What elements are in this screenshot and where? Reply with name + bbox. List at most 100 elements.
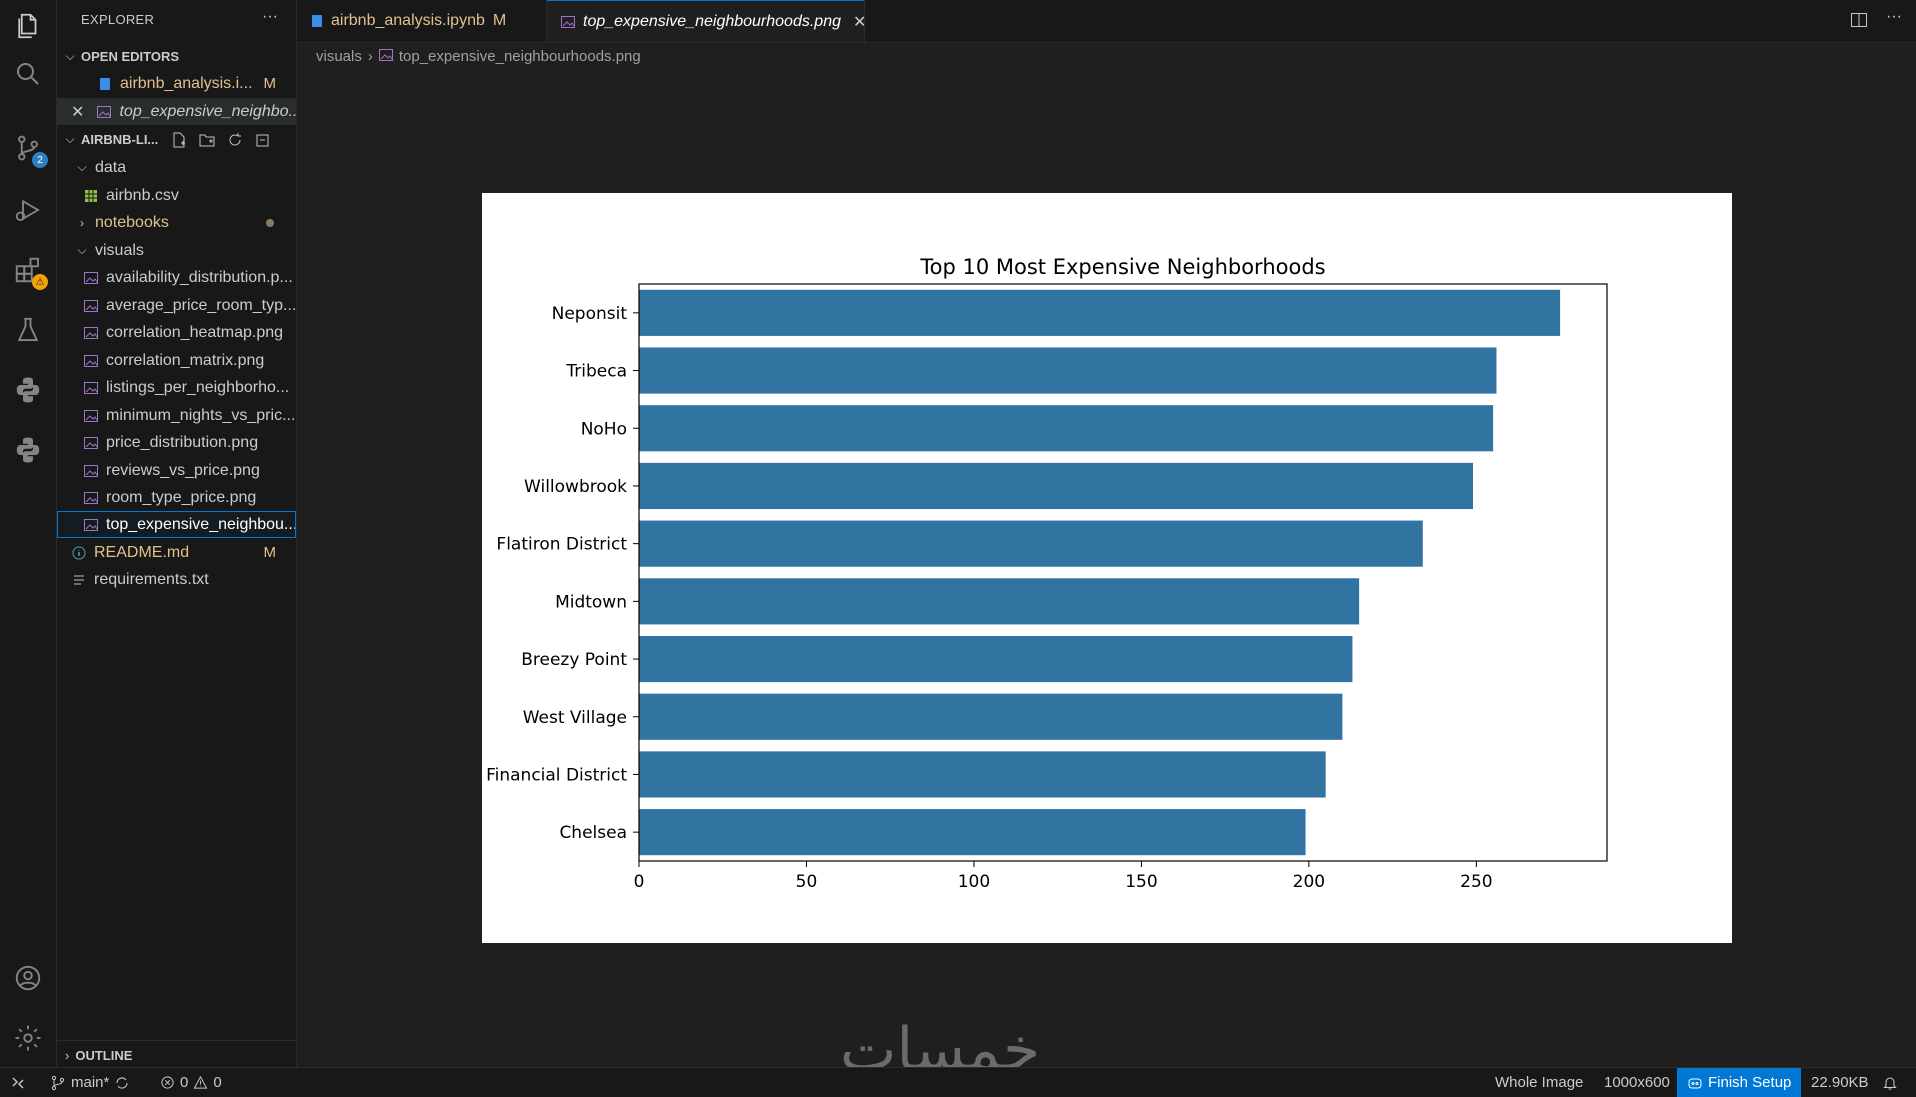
tree-file[interactable]: availability_distribution.p... bbox=[57, 264, 296, 291]
tree-file[interactable]: requirements.txt bbox=[57, 566, 296, 593]
bar bbox=[639, 751, 1326, 798]
chevron-down-icon: ⌵ bbox=[77, 160, 87, 174]
image-preview: Top 10 Most Expensive Neighborhoods Nepon… bbox=[482, 193, 1732, 943]
y-tick-label: Breezy Point bbox=[521, 650, 627, 670]
text-file-icon bbox=[71, 572, 87, 588]
notebook-icon bbox=[311, 14, 323, 28]
python-icon[interactable] bbox=[12, 434, 44, 466]
account-icon[interactable] bbox=[12, 962, 44, 994]
close-icon[interactable]: ✕ bbox=[71, 102, 86, 122]
status-bar: main* 0 0 Whole Image 1000x600 Finish Se… bbox=[0, 1067, 1916, 1097]
tree-file[interactable]: reviews_vs_price.png bbox=[57, 457, 296, 484]
tree-folder-data[interactable]: ⌵ data bbox=[57, 154, 296, 181]
copilot-icon bbox=[1688, 1078, 1702, 1088]
more-actions-icon[interactable]: ··· bbox=[262, 8, 278, 26]
zoom-mode[interactable]: Whole Image bbox=[1495, 1068, 1583, 1097]
bar bbox=[639, 347, 1497, 394]
tree-file[interactable]: average_price_room_typ... bbox=[57, 292, 296, 319]
testing-icon[interactable] bbox=[12, 314, 44, 346]
split-editor-icon[interactable] bbox=[1850, 11, 1868, 34]
image-file-icon bbox=[83, 353, 99, 369]
tree-file[interactable]: room_type_price.png bbox=[57, 484, 296, 511]
x-tick-label: 0 bbox=[634, 872, 645, 892]
activity-bar: 2 ⚠ bbox=[0, 0, 57, 1068]
chevron-right-icon: › bbox=[367, 48, 373, 65]
y-tick-label: Midtown bbox=[555, 592, 627, 612]
y-tick-label: Willowbrook bbox=[524, 477, 627, 497]
sync-icon[interactable] bbox=[114, 1075, 130, 1091]
new-file-icon[interactable] bbox=[171, 132, 187, 148]
branch-indicator[interactable]: main* bbox=[50, 1068, 130, 1097]
x-tick-label: 100 bbox=[958, 872, 990, 892]
tab-airbnb-analysis[interactable]: airbnb_analysis.ipynb M bbox=[297, 0, 547, 42]
tree-file[interactable]: correlation_heatmap.png bbox=[57, 319, 296, 346]
x-tick-label: 250 bbox=[1460, 872, 1492, 892]
tree-folder-visuals[interactable]: ⌵ visuals bbox=[57, 237, 296, 264]
image-file-icon bbox=[83, 408, 99, 424]
bar bbox=[639, 578, 1360, 625]
tree-file[interactable]: airbnb.csv bbox=[57, 182, 296, 209]
tab-top-expensive[interactable]: top_expensive_neighbourhoods.png ✕ bbox=[547, 0, 866, 42]
csv-file-icon bbox=[83, 188, 99, 204]
tree-folder-notebooks[interactable]: › notebooks bbox=[57, 209, 296, 236]
info-icon bbox=[71, 545, 87, 561]
open-editor-item[interactable]: airbnb_analysis.i... M bbox=[57, 70, 296, 97]
tree-file[interactable]: listings_per_neighborho... bbox=[57, 374, 296, 401]
problems-indicator[interactable]: 0 0 bbox=[160, 1068, 222, 1097]
open-editors-header[interactable]: ⌵ OPEN EDITORS bbox=[57, 43, 296, 70]
outline-section[interactable]: › OUTLINE bbox=[57, 1040, 296, 1069]
chevron-right-icon: › bbox=[80, 215, 84, 230]
settings-icon[interactable] bbox=[12, 1022, 44, 1054]
extensions-icon[interactable]: ⚠ bbox=[12, 254, 48, 290]
sidebar-title: EXPLORER bbox=[81, 12, 155, 27]
close-icon[interactable]: ✕ bbox=[853, 12, 866, 32]
collapse-all-icon[interactable] bbox=[255, 132, 271, 148]
image-file-icon bbox=[83, 490, 99, 506]
tree-file-selected[interactable]: top_expensive_neighbou... bbox=[57, 511, 296, 538]
chevron-right-icon: › bbox=[65, 1047, 70, 1063]
tree-file[interactable]: price_distribution.png bbox=[57, 429, 296, 456]
modified-status: M bbox=[263, 75, 277, 92]
remote-icon[interactable] bbox=[10, 1068, 26, 1097]
image-file-icon bbox=[83, 325, 99, 341]
image-file-icon bbox=[83, 380, 99, 396]
chart-title: Top 10 Most Expensive Neighborhoods bbox=[919, 255, 1325, 279]
image-file-icon bbox=[96, 104, 112, 120]
y-tick-label: NoHo bbox=[581, 419, 627, 439]
bar bbox=[639, 520, 1423, 567]
finish-setup-button[interactable]: Finish Setup bbox=[1677, 1068, 1802, 1097]
breadcrumb: visuals › top_expensive_neighbourhoods.p… bbox=[316, 48, 641, 65]
run-debug-icon[interactable] bbox=[12, 194, 44, 226]
modified-status: M bbox=[263, 544, 277, 561]
error-icon bbox=[161, 1076, 174, 1089]
bar bbox=[639, 405, 1494, 452]
explorer-sidebar: EXPLORER ··· ⌵ OPEN EDITORS airbnb_analy… bbox=[57, 0, 297, 1068]
bar bbox=[639, 809, 1306, 856]
bar bbox=[639, 693, 1343, 740]
x-tick-label: 50 bbox=[796, 872, 818, 892]
image-file-icon bbox=[83, 463, 99, 479]
modified-status: M bbox=[492, 12, 507, 29]
tree-file[interactable]: README.md M bbox=[57, 539, 296, 566]
y-tick-label: Financial District bbox=[486, 765, 627, 785]
open-editor-item[interactable]: ✕ top_expensive_neighbo... bbox=[57, 98, 296, 125]
search-icon[interactable] bbox=[12, 58, 44, 90]
project-folder-header[interactable]: ⌵ AIRBNB-LI... bbox=[57, 126, 296, 153]
notifications-icon[interactable] bbox=[1882, 1068, 1898, 1097]
more-actions-icon[interactable]: ··· bbox=[1886, 8, 1902, 26]
warning-icon bbox=[193, 1075, 208, 1089]
new-folder-icon[interactable] bbox=[199, 132, 215, 148]
tree-file[interactable]: minimum_nights_vs_pric... bbox=[57, 402, 296, 429]
tree-file[interactable]: correlation_matrix.png bbox=[57, 347, 296, 374]
bar bbox=[639, 289, 1561, 336]
source-control-icon[interactable]: 2 bbox=[12, 132, 48, 168]
y-tick-label: Neponsit bbox=[552, 304, 628, 324]
python-icon[interactable] bbox=[12, 374, 44, 406]
image-file-icon bbox=[378, 48, 393, 65]
breadcrumb-file[interactable]: top_expensive_neighbourhoods.png bbox=[399, 48, 641, 65]
image-file-icon bbox=[83, 298, 99, 314]
breadcrumb-folder[interactable]: visuals bbox=[316, 48, 362, 65]
chevron-down-icon: ⌵ bbox=[77, 243, 87, 257]
files-icon[interactable] bbox=[12, 10, 44, 42]
refresh-icon[interactable] bbox=[227, 132, 243, 148]
